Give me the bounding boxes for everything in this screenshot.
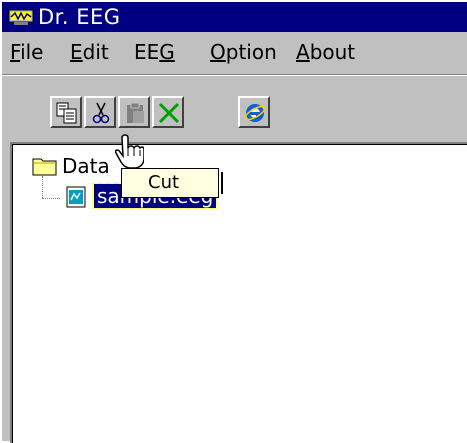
text-caret (221, 172, 223, 194)
web-button[interactable] (238, 96, 270, 128)
cut-tooltip: Cut (121, 168, 219, 198)
menu-about[interactable]: About (294, 38, 357, 66)
hand-cursor-icon (114, 134, 144, 169)
copy-icon (56, 102, 77, 124)
internet-explorer-icon (244, 104, 266, 122)
folder-icon (32, 158, 57, 176)
menu-file[interactable]: File (8, 38, 45, 66)
clipboard-icon (127, 102, 144, 123)
paste-button[interactable] (118, 96, 150, 128)
tree-connector-horizontal (42, 198, 60, 199)
menu-separator (2, 74, 467, 76)
scissors-icon (92, 102, 110, 124)
title-bar[interactable]: Dr. EEG (2, 2, 467, 32)
menu-eeg[interactable]: EEG (132, 38, 177, 66)
app-window: Dr. EEG File Edit EEG Option About Data … (0, 0, 467, 443)
window-title: Dr. EEG (38, 5, 121, 29)
tooltip-extension (217, 168, 231, 198)
copy-button[interactable] (50, 96, 82, 128)
menu-bar: File Edit EEG Option About (2, 34, 467, 70)
menu-option[interactable]: Option (208, 38, 279, 66)
tree-folder-label[interactable]: Data (62, 154, 110, 178)
cut-button[interactable] (84, 96, 116, 128)
tree-connector-vertical (42, 176, 43, 198)
menu-edit[interactable]: Edit (68, 38, 111, 66)
app-icon (8, 9, 34, 25)
delete-button[interactable] (152, 96, 184, 128)
green-x-icon (158, 102, 180, 124)
eeg-file-icon (66, 186, 86, 208)
toolbar (2, 78, 467, 142)
tree-view[interactable]: Data sample.eeg (10, 142, 467, 443)
